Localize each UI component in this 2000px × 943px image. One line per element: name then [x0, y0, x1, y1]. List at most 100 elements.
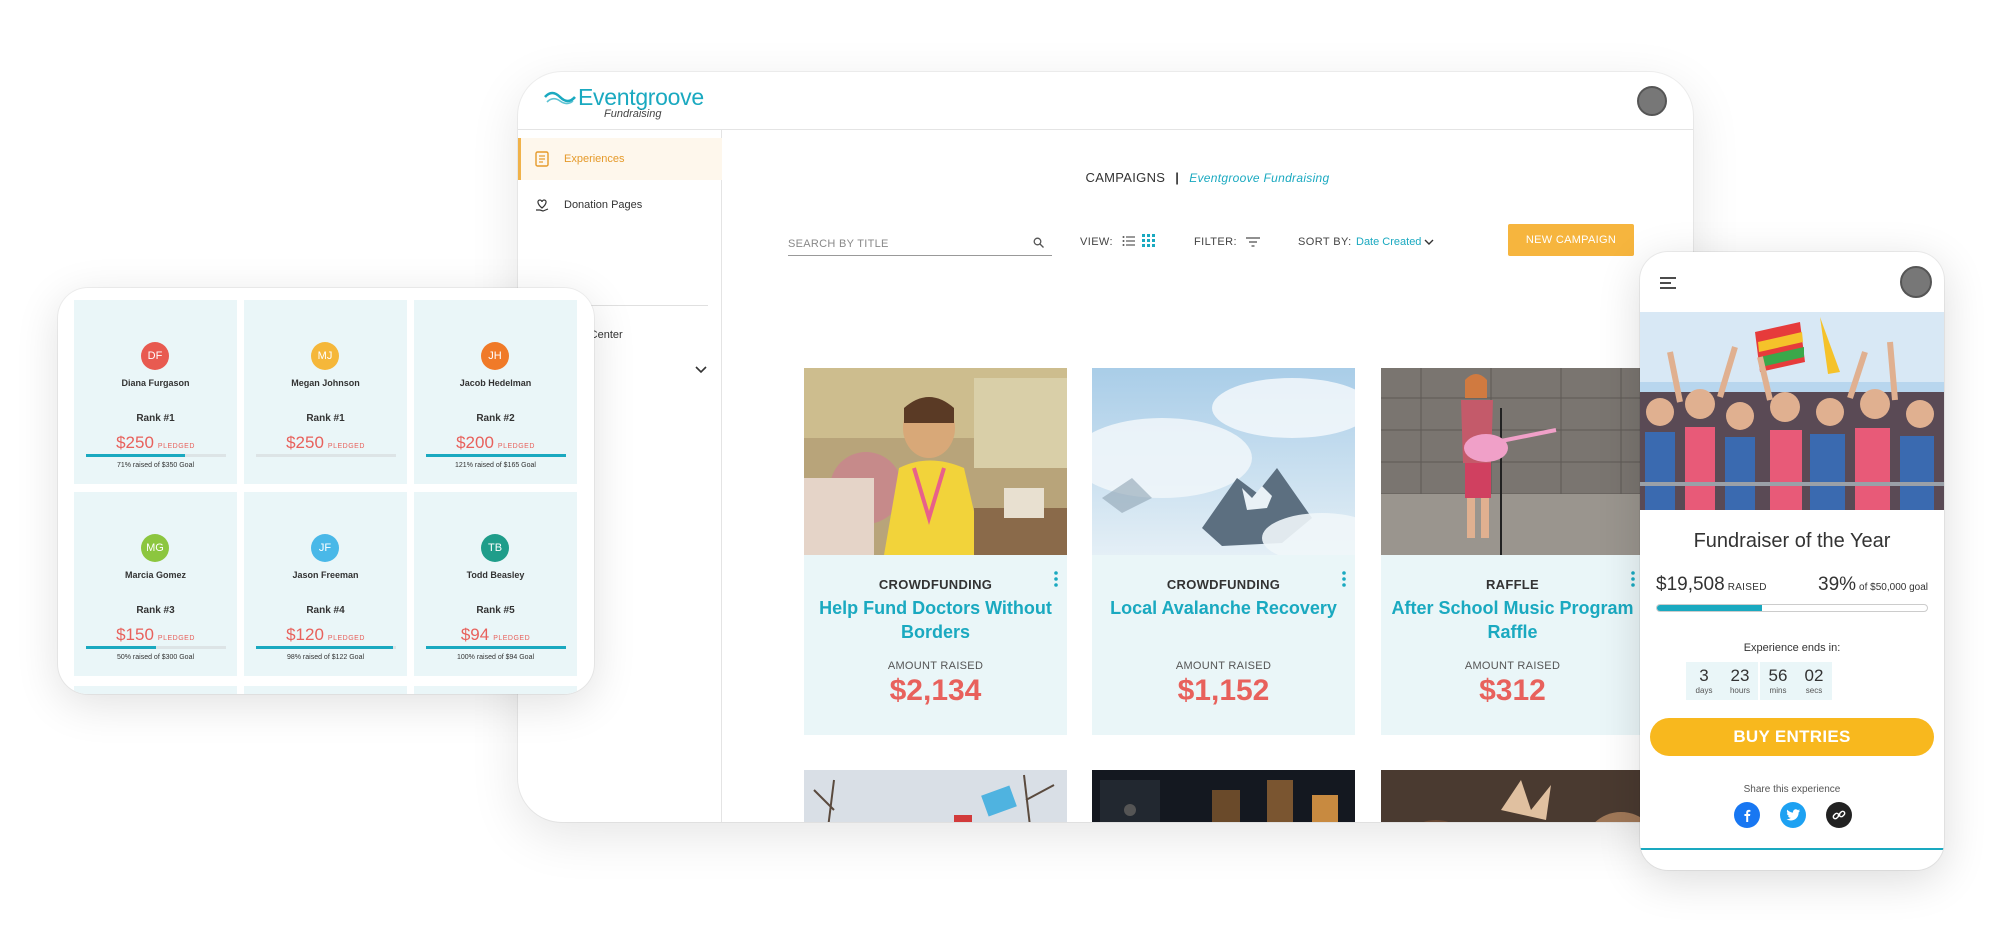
sidebar-item-label: Donation Pages [564, 199, 643, 211]
campaign-image-music [1381, 368, 1644, 555]
goal-text: of $50,000 goal [1859, 582, 1928, 593]
filter-label: FILTER: [1194, 236, 1237, 248]
new-campaign-button[interactable]: NEW CAMPAIGN [1508, 224, 1634, 256]
pledged-label: PLEDGED [327, 635, 365, 642]
campaign-card[interactable] [1092, 770, 1355, 822]
facebook-icon[interactable] [1734, 802, 1760, 828]
twitter-icon[interactable] [1780, 802, 1806, 828]
leaderboard-card[interactable]: JF Jason Freeman Rank #4 $120 PLEDGED 98% rai… [244, 492, 407, 676]
avatar: JH [481, 342, 509, 370]
goal-percent: 39% of $50,000 goal [1818, 574, 1928, 596]
amount-label: AMOUNT RAISED [887, 660, 984, 672]
campaign-card[interactable]: CROWDFUNDING Help Fund Doctors Without B… [804, 368, 1067, 735]
user-avatar[interactable] [1637, 86, 1667, 116]
list-view-icon[interactable] [1122, 234, 1136, 248]
logo-subtitle: Fundraising [604, 108, 662, 120]
leaderboard-card-cropped [74, 686, 237, 694]
progress-fill [256, 646, 394, 649]
countdown-value: 02 [1804, 666, 1824, 685]
hero-image-festival [1640, 312, 1944, 510]
leaderboard-card[interactable]: DF Diana Furgason Rank #1 $250 PLEDGED 71% ra… [74, 300, 237, 484]
campaign-card[interactable] [1381, 770, 1644, 822]
pledge-amount: $250 [286, 433, 324, 452]
heart-hand-icon [534, 197, 550, 213]
sidebar-item-donation-pages[interactable]: Donation Pages [518, 184, 722, 226]
link-icon[interactable] [1826, 802, 1852, 828]
campaign-card[interactable] [804, 770, 1067, 822]
leaderboard-card[interactable]: JH Jacob Hedelman Rank #2 $200 PLEDGED 121% r… [414, 300, 577, 484]
leaderboard-card[interactable]: MJ Megan Johnson Rank #1 $250 PLEDGED [244, 300, 407, 484]
countdown-value: 56 [1768, 666, 1788, 685]
pledge-progress-bar [86, 646, 226, 649]
raised-label: RAISED [1727, 582, 1767, 593]
breadcrumb-separator: | [1175, 170, 1180, 185]
buy-entries-button[interactable]: BUY ENTRIES [1650, 718, 1934, 756]
grid-view-icon[interactable] [1142, 234, 1156, 248]
countdown-secs: 02 secs [1796, 662, 1832, 700]
avatar: MJ [311, 342, 339, 370]
hamburger-menu-icon[interactable] [1660, 276, 1676, 290]
countdown-value: 3 [1699, 666, 1709, 685]
pledge-amount: $200 [456, 433, 494, 452]
campaign-type: RAFFLE [1485, 577, 1540, 592]
campaign-image-avalanche [1092, 368, 1355, 555]
goal-text: 121% raised of $165 Goal [455, 462, 536, 469]
raised-value: $19,508 [1656, 574, 1725, 595]
campaign-image-children [1381, 770, 1644, 822]
campaign-image-guitars [1092, 770, 1355, 822]
supporter-name: Marcia Gomez [124, 570, 187, 580]
goal-text: 98% raised of $122 Goal [286, 654, 365, 661]
avatar: JF [311, 534, 339, 562]
campaign-card[interactable]: CROWDFUNDING Local Avalanche Recovery AM… [1092, 368, 1355, 735]
amount-label: AMOUNT RAISED [1464, 660, 1561, 672]
pledge: $150 PLEDGED [74, 625, 237, 645]
pledged-label: PLEDGED [157, 443, 195, 450]
filter-icon[interactable] [1246, 236, 1260, 248]
amount-raised: $312 [1479, 674, 1546, 707]
pledge-amount: $120 [286, 625, 324, 644]
pledge: $250 PLEDGED [74, 433, 237, 453]
breadcrumb-org: Eventgroove Fundraising [1189, 171, 1330, 185]
supporter-name: Jacob Hedelman [459, 378, 532, 388]
rank: Rank #3 [136, 605, 175, 616]
pledge-amount: $94 [460, 625, 490, 644]
document-icon [534, 151, 550, 167]
chevron-down-icon[interactable] [1424, 237, 1434, 247]
campaign-title[interactable]: After School Music Program Raffle [1391, 596, 1634, 644]
logo-name: Eventgroove [578, 84, 704, 110]
progress-fill [1657, 605, 1763, 611]
campaign-title[interactable]: Help Fund Doctors Without Borders [814, 596, 1057, 644]
campaign-title[interactable]: Local Avalanche Recovery [1102, 596, 1345, 620]
countdown-unit: secs [1805, 686, 1823, 695]
campaign-type: CROWDFUNDING [878, 577, 993, 592]
leaderboard-card[interactable]: TB Todd Beasley Rank #5 $94 PLEDGED 100% rais… [414, 492, 577, 676]
pledged-label: PLEDGED [497, 443, 535, 450]
rank: Rank #1 [306, 413, 345, 424]
leaderboard-card[interactable]: MG Marcia Gomez Rank #3 $150 PLEDGED 50% rais… [74, 492, 237, 676]
pledge-progress-bar [256, 646, 396, 649]
amount-raised: $2,134 [889, 674, 982, 707]
breadcrumb-section[interactable]: CAMPAIGNS [1086, 170, 1166, 185]
campaign-card[interactable]: RAFFLE After School Music Program Raffle… [1381, 368, 1644, 735]
sort-label: SORT BY: [1298, 236, 1352, 248]
pledge-progress-bar [426, 646, 566, 649]
sidebar-item-experiences[interactable]: Experiences [518, 138, 722, 180]
search-input[interactable] [788, 238, 1018, 250]
progress-fill [426, 646, 566, 649]
countdown-unit: mins [1769, 686, 1787, 695]
supporter-name: Todd Beasley [466, 570, 525, 580]
user-avatar[interactable] [1900, 266, 1932, 298]
goal-text: 71% raised of $350 Goal [116, 462, 195, 469]
chevron-down-icon[interactable] [694, 362, 708, 376]
rank: Rank #1 [136, 413, 175, 424]
sidebar-item-label: Experiences [564, 153, 625, 165]
bottom-accent-bar [1640, 848, 1944, 850]
percent-value: 39% [1818, 574, 1857, 595]
countdown-hours: 23 hours [1722, 662, 1758, 700]
progress-fill [86, 646, 156, 649]
phone-experience-page: Fundraiser of the Year $19,508 RAISED 39%… [1640, 252, 1944, 870]
leaderboard-card-cropped [414, 686, 577, 694]
sort-dropdown[interactable]: Date Created [1356, 236, 1421, 248]
avatar: MG [141, 534, 169, 562]
search-icon[interactable] [1033, 237, 1044, 248]
